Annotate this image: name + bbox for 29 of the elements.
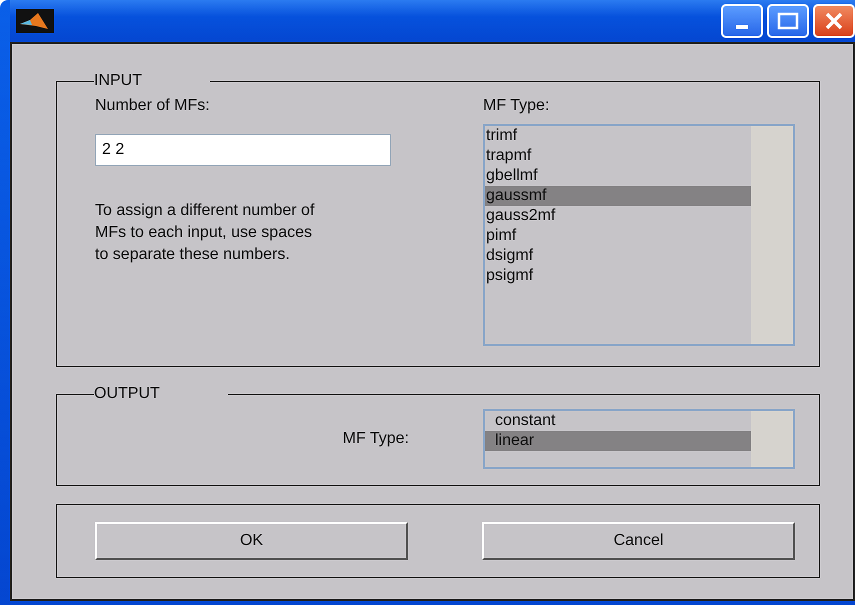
list-item[interactable]: dsigmf [485, 246, 751, 266]
list-item[interactable]: gauss2mf [485, 206, 751, 226]
list-box[interactable]: constant linear [483, 409, 795, 469]
field-label: MF Type: [483, 96, 550, 116]
input-field[interactable]: 2 2 [95, 134, 391, 166]
list-box[interactable]: trimf trapmf gbellmf gaussmf gauss2mf pimf dsigmf psigmf [483, 124, 795, 346]
list-item[interactable]: linear [485, 431, 751, 451]
minimize-button[interactable] [721, 4, 763, 38]
maximize-button[interactable] [767, 4, 809, 38]
minimize-icon [736, 25, 748, 29]
scroll-track [751, 411, 793, 467]
field-label: MF Type: [342, 429, 409, 449]
close-icon [824, 11, 844, 31]
group-title: OUTPUT [94, 385, 161, 403]
app-logo-icon [16, 9, 54, 33]
dialog-button[interactable]: Cancel [482, 522, 795, 560]
close-button[interactable] [813, 4, 855, 38]
hint-text: To assign a different number of MFs to each input, use spaces to separate these numbers. [95, 201, 316, 265]
maximize-icon [777, 12, 799, 30]
field-label: Number of MFs: [95, 96, 211, 116]
list-item[interactable]: trapmf [485, 146, 751, 166]
list-item[interactable]: gbellmf [485, 166, 751, 186]
list-item[interactable]: psigmf [485, 266, 751, 286]
list-item[interactable]: gaussmf [485, 186, 751, 206]
group-title: INPUT [94, 72, 143, 90]
list-item[interactable]: constant [485, 411, 751, 431]
dialog-button[interactable]: OK [95, 522, 408, 560]
list-item[interactable]: trimf [485, 126, 751, 146]
list-item[interactable]: pimf [485, 226, 751, 246]
